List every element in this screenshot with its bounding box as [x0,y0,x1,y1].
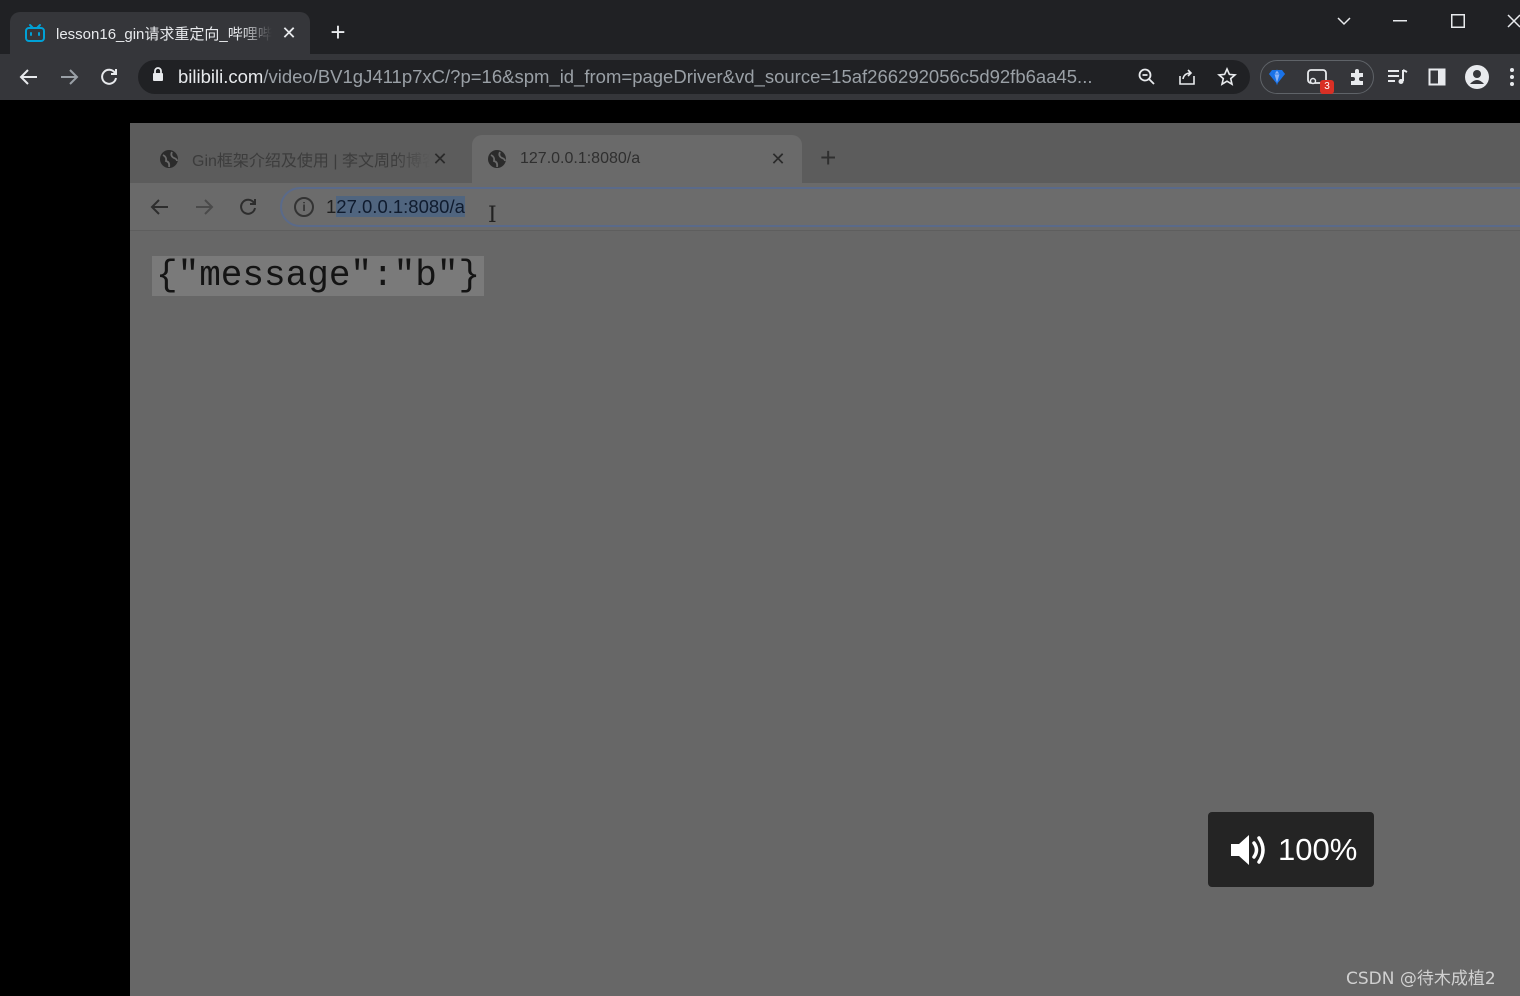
inner-url-text: 127.0.0.1:8080/a [326,196,465,217]
csdn-watermark: CSDN @待木成植2 [1346,969,1496,989]
close-window-button[interactable] [1494,4,1520,38]
lock-icon[interactable] [152,67,164,87]
inner-new-tab-icon: + [820,142,837,173]
minimize-button[interactable] [1380,4,1420,38]
maximize-button[interactable] [1438,4,1478,38]
volume-overlay: 100% [1208,812,1374,887]
inner-tab-title: Gin框架介绍及使用 | 李文周的博客 [192,153,430,170]
inner-tab-strip: Gin框架介绍及使用 | 李文周的博客 ✕ 127.0.0.1:8080/a ✕… [130,123,1520,183]
text-cursor-icon: I [488,203,497,228]
address-bar[interactable]: bilibili.com/video/BV1gJ411p7xC/?p=16&sp… [138,60,1250,94]
json-response: {"message":"b"} [152,256,485,296]
inner-address-bar: i 127.0.0.1:8080/a [280,187,1520,227]
menu-kebab-icon[interactable] [1504,62,1520,92]
volume-level: 100% [1278,831,1358,867]
profile-avatar-icon[interactable] [1462,62,1492,92]
close-tab-icon: ✕ [770,148,786,169]
toolbar: bilibili.com/video/BV1gJ411p7xC/?p=16&sp… [0,54,1520,100]
tab-strip: lesson16_gin请求重定向_哔哩哔哩 ✕ + [0,0,1520,54]
inner-toolbar: i 127.0.0.1:8080/a [130,183,1520,231]
close-tab-icon: ✕ [432,148,448,169]
zoom-icon[interactable] [1134,64,1160,90]
forward-button[interactable] [54,62,84,92]
globe-icon [160,150,178,168]
inner-back-icon [146,193,174,221]
new-tab-button[interactable]: + [326,18,350,46]
extensions-puzzle-icon[interactable] [1342,62,1372,92]
tab-search-chevron-icon[interactable] [1324,4,1364,38]
close-tab-icon[interactable]: ✕ [278,23,300,44]
bookmark-star-icon[interactable] [1214,64,1240,90]
info-icon: i [294,197,314,217]
bilibili-tv-icon [24,23,46,43]
side-panel-icon[interactable] [1422,62,1452,92]
back-button[interactable] [14,62,44,92]
speaker-volume-icon [1231,834,1265,865]
globe-icon [488,150,506,168]
tab-bilibili[interactable]: lesson16_gin请求重定向_哔哩哔哩 ✕ [10,12,310,54]
extension-badge: 3 [1320,80,1334,94]
gem-extension-icon[interactable] [1262,62,1292,92]
reload-button[interactable] [94,62,124,92]
share-icon[interactable] [1174,64,1200,90]
media-control-icon[interactable] [1382,62,1412,92]
inner-forward-icon [190,193,218,221]
inner-tab-title: 127.0.0.1:8080/a [520,150,641,167]
url-text[interactable]: bilibili.com/video/BV1gJ411p7xC/?p=16&sp… [178,66,1123,88]
browser-chrome: lesson16_gin请求重定向_哔哩哔哩 ✕ + bilibili.com/… [0,0,1520,100]
inner-tab-gin-blog: Gin框架介绍及使用 | 李文周的博客 ✕ [144,135,464,183]
inner-tab-localhost: 127.0.0.1:8080/a ✕ [472,135,802,183]
tab-title: lesson16_gin请求重定向_哔哩哔哩 [56,25,272,43]
inner-reload-icon [234,193,262,221]
